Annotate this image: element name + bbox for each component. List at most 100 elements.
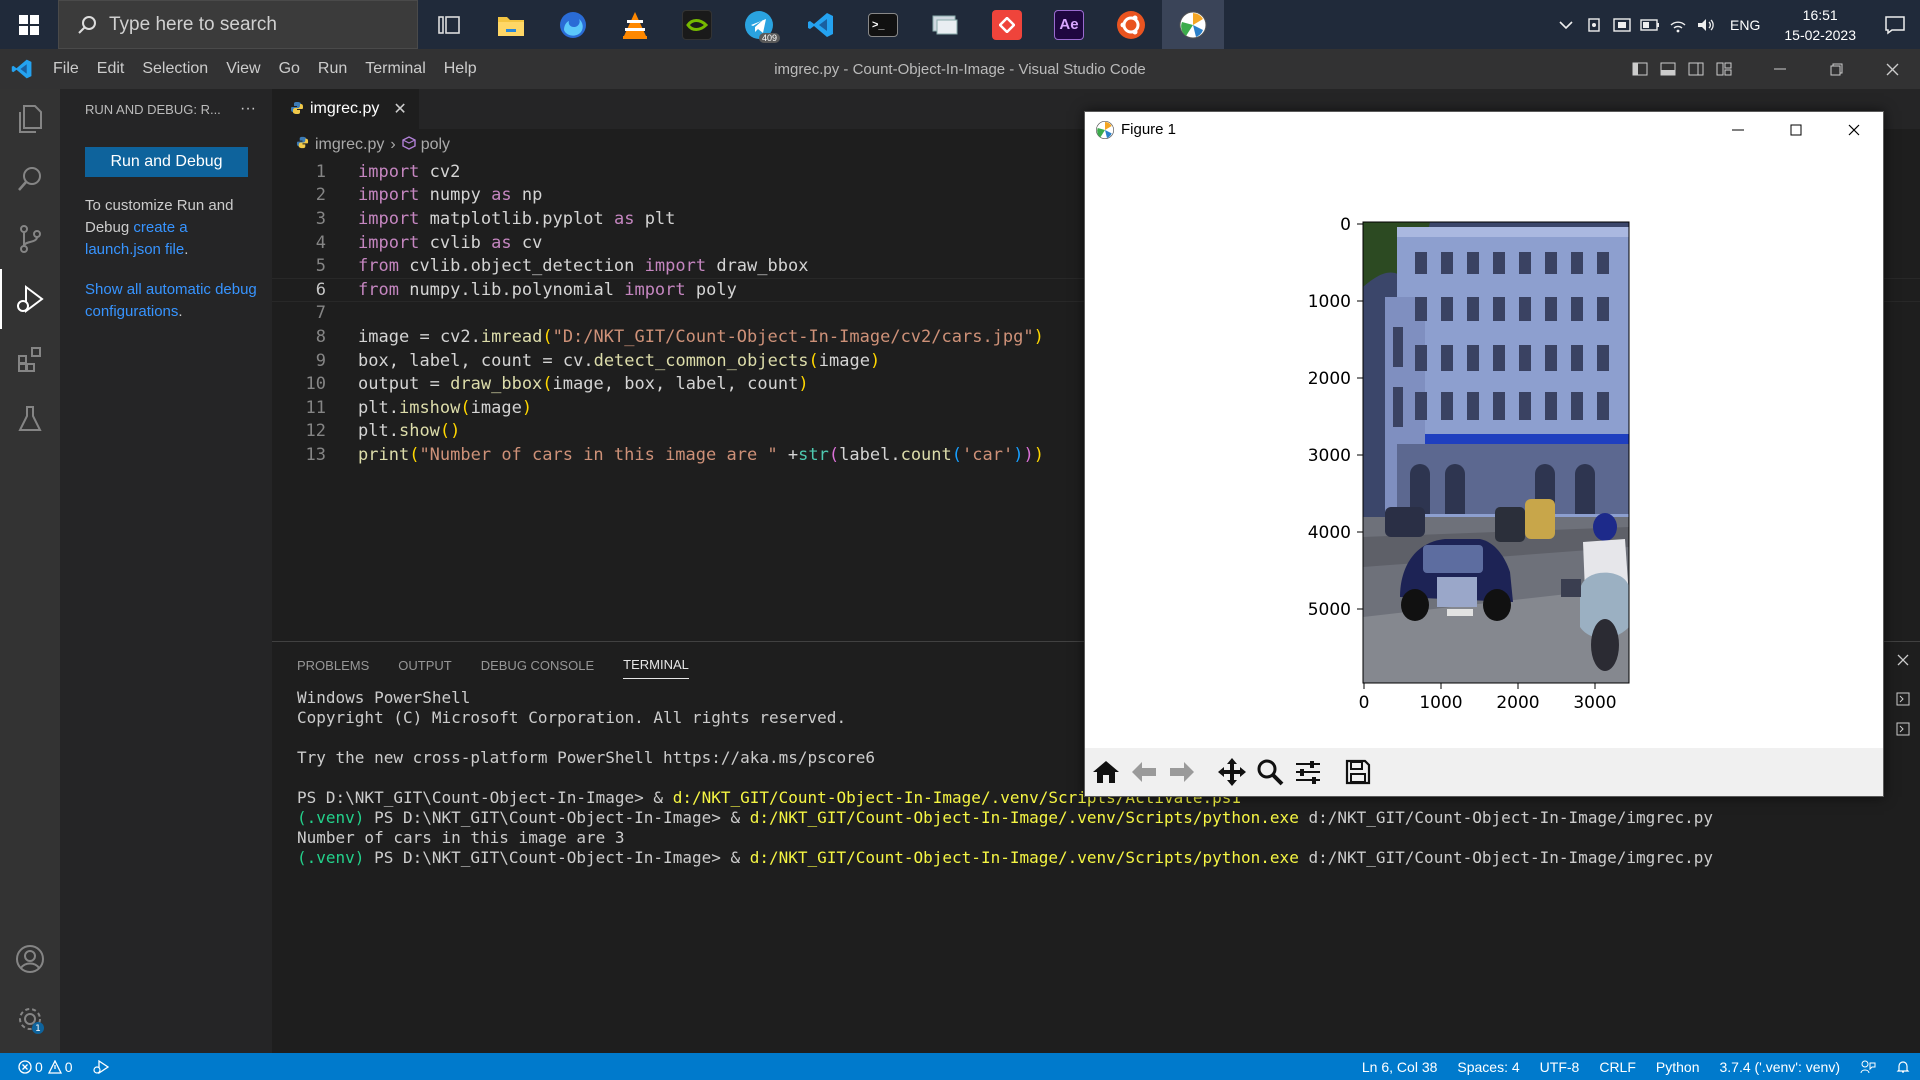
activity-explorer[interactable] — [0, 89, 60, 149]
taskbar-after-effects[interactable]: Ae — [1038, 0, 1100, 49]
save-icon[interactable] — [1340, 753, 1376, 791]
taskbar-file-explorer[interactable] — [480, 0, 542, 49]
forward-icon[interactable] — [1164, 753, 1200, 791]
panel-controls — [1886, 642, 1920, 746]
street-photo — [1363, 222, 1629, 683]
problems-status[interactable]: 0 0 — [0, 1059, 83, 1075]
toggle-secondary-sidebar-icon[interactable] — [1682, 49, 1710, 89]
taskbar-ubuntu[interactable] — [1100, 0, 1162, 49]
taskbar-telegram[interactable]: 409 — [728, 0, 790, 49]
nvidia-icon — [682, 9, 712, 40]
encoding[interactable]: UTF-8 — [1530, 1059, 1590, 1075]
bell-icon[interactable] — [1886, 1060, 1920, 1074]
code-text: import numpy as np — [358, 185, 543, 206]
breadcrumb-file[interactable]: imgrec.py — [315, 136, 384, 154]
close-window-icon[interactable] — [1825, 112, 1883, 147]
device-icon[interactable] — [1580, 0, 1608, 49]
more-actions-icon[interactable]: ··· — [240, 100, 256, 118]
menu-run[interactable]: Run — [309, 60, 356, 78]
y-tick-label: 2000 — [1308, 369, 1351, 389]
wifi-icon[interactable] — [1664, 0, 1692, 49]
python-interpreter[interactable]: 3.7.4 ('.venv': venv) — [1709, 1059, 1850, 1075]
chevron-right-icon: › — [390, 136, 396, 153]
maximize-icon[interactable] — [1767, 112, 1825, 147]
taskbar-anydesk[interactable] — [976, 0, 1038, 49]
close-window-icon[interactable] — [1864, 49, 1920, 89]
tab-output[interactable]: OUTPUT — [398, 652, 451, 679]
restore-icon[interactable] — [1808, 49, 1864, 89]
tab-imgrec-py[interactable]: imgrec.py ✕ — [272, 89, 419, 129]
taskbar-search-box[interactable]: Type here to search — [58, 0, 418, 49]
menu-terminal[interactable]: Terminal — [356, 60, 434, 78]
menu-help[interactable]: Help — [435, 60, 486, 78]
customize-layout-icon[interactable] — [1710, 49, 1738, 89]
taskbar-nvidia[interactable] — [666, 0, 728, 49]
taskbar-vscode[interactable] — [790, 0, 852, 49]
taskbar-matplotlib-figure[interactable] — [1162, 0, 1224, 49]
windows-logo-icon — [19, 14, 39, 35]
activity-extensions[interactable] — [0, 329, 60, 389]
configure-icon[interactable] — [1290, 753, 1326, 791]
sidebar-header: RUN AND DEBUG: R... ··· — [60, 89, 272, 129]
activity-manage[interactable]: 1 — [0, 989, 60, 1049]
toggle-panel-icon[interactable] — [1654, 49, 1682, 89]
code-text: from cvlib.object_detection import draw_… — [358, 256, 809, 277]
show-configs-text: Show all automatic debug configurations. — [85, 281, 257, 320]
end-of-line[interactable]: CRLF — [1589, 1059, 1646, 1075]
activity-accounts[interactable] — [0, 929, 60, 989]
tab-problems[interactable]: PROBLEMS — [297, 652, 369, 679]
notification-center-button[interactable] — [1870, 0, 1920, 49]
language-indicator[interactable]: ENG — [1730, 17, 1760, 33]
security-icon[interactable] — [1608, 0, 1636, 49]
close-tab-icon[interactable]: ✕ — [393, 99, 406, 119]
y-axis: 0 1000 2000 3000 4000 5000 — [1308, 215, 1363, 620]
volume-icon[interactable] — [1692, 0, 1720, 49]
zoom-icon[interactable] — [1252, 753, 1288, 791]
debug-status[interactable] — [83, 1059, 119, 1074]
feedback-icon[interactable] — [1850, 1060, 1886, 1074]
menu-file[interactable]: File — [44, 60, 88, 78]
taskbar-terminal[interactable]: >_ — [852, 0, 914, 49]
terminal-instance-icon[interactable] — [1886, 722, 1920, 746]
taskbar-task-view[interactable] — [418, 0, 480, 49]
home-icon[interactable] — [1088, 753, 1124, 791]
activity-source-control[interactable] — [0, 209, 60, 269]
chevron-up-icon[interactable] — [1552, 0, 1580, 49]
terminal-instance-icon[interactable] — [1886, 692, 1920, 716]
close-panel-icon[interactable] — [1886, 654, 1920, 678]
tab-terminal[interactable]: TERMINAL — [623, 651, 689, 679]
minimize-icon[interactable] — [1709, 112, 1767, 147]
run-debug-icon — [17, 285, 44, 313]
taskbar-firefox[interactable] — [542, 0, 604, 49]
figure-window-controls — [1709, 112, 1883, 147]
activity-testing[interactable] — [0, 389, 60, 449]
language-mode[interactable]: Python — [1646, 1059, 1710, 1075]
back-icon[interactable] — [1126, 753, 1162, 791]
breadcrumb-symbol[interactable]: poly — [421, 136, 450, 154]
python-file-icon — [296, 136, 309, 154]
cursor-position[interactable]: Ln 6, Col 38 — [1352, 1059, 1448, 1075]
clock[interactable]: 16:51 15-02-2023 — [1784, 5, 1856, 45]
figure-canvas[interactable]: 0 1000 2000 3000 4000 5000 0 1000 2000 3… — [1085, 147, 1885, 747]
menu-view[interactable]: View — [217, 60, 269, 78]
minimize-icon[interactable] — [1752, 49, 1808, 89]
menu-selection[interactable]: Selection — [133, 60, 217, 78]
run-and-debug-button[interactable]: Run and Debug — [85, 147, 248, 177]
remote-desktop-icon — [932, 15, 958, 34]
activity-run-debug[interactable] — [0, 269, 60, 329]
menu-go[interactable]: Go — [270, 60, 309, 78]
show-debug-configurations-link[interactable]: Show all automatic debug configurations — [85, 281, 257, 320]
activity-search[interactable] — [0, 149, 60, 209]
taskbar-remote-desktop[interactable] — [914, 0, 976, 49]
search-icon — [78, 15, 96, 34]
tab-debug-console[interactable]: DEBUG CONSOLE — [481, 652, 594, 679]
start-button[interactable] — [0, 0, 58, 49]
pan-icon[interactable] — [1214, 753, 1250, 791]
toggle-primary-sidebar-icon[interactable] — [1626, 49, 1654, 89]
line-number: 5 — [315, 256, 326, 277]
customize-text: To customize Run and Debug create a laun… — [85, 197, 234, 258]
indentation[interactable]: Spaces: 4 — [1447, 1059, 1529, 1075]
menu-edit[interactable]: Edit — [88, 60, 134, 78]
taskbar-vlc[interactable] — [604, 0, 666, 49]
battery-icon[interactable] — [1636, 0, 1664, 49]
